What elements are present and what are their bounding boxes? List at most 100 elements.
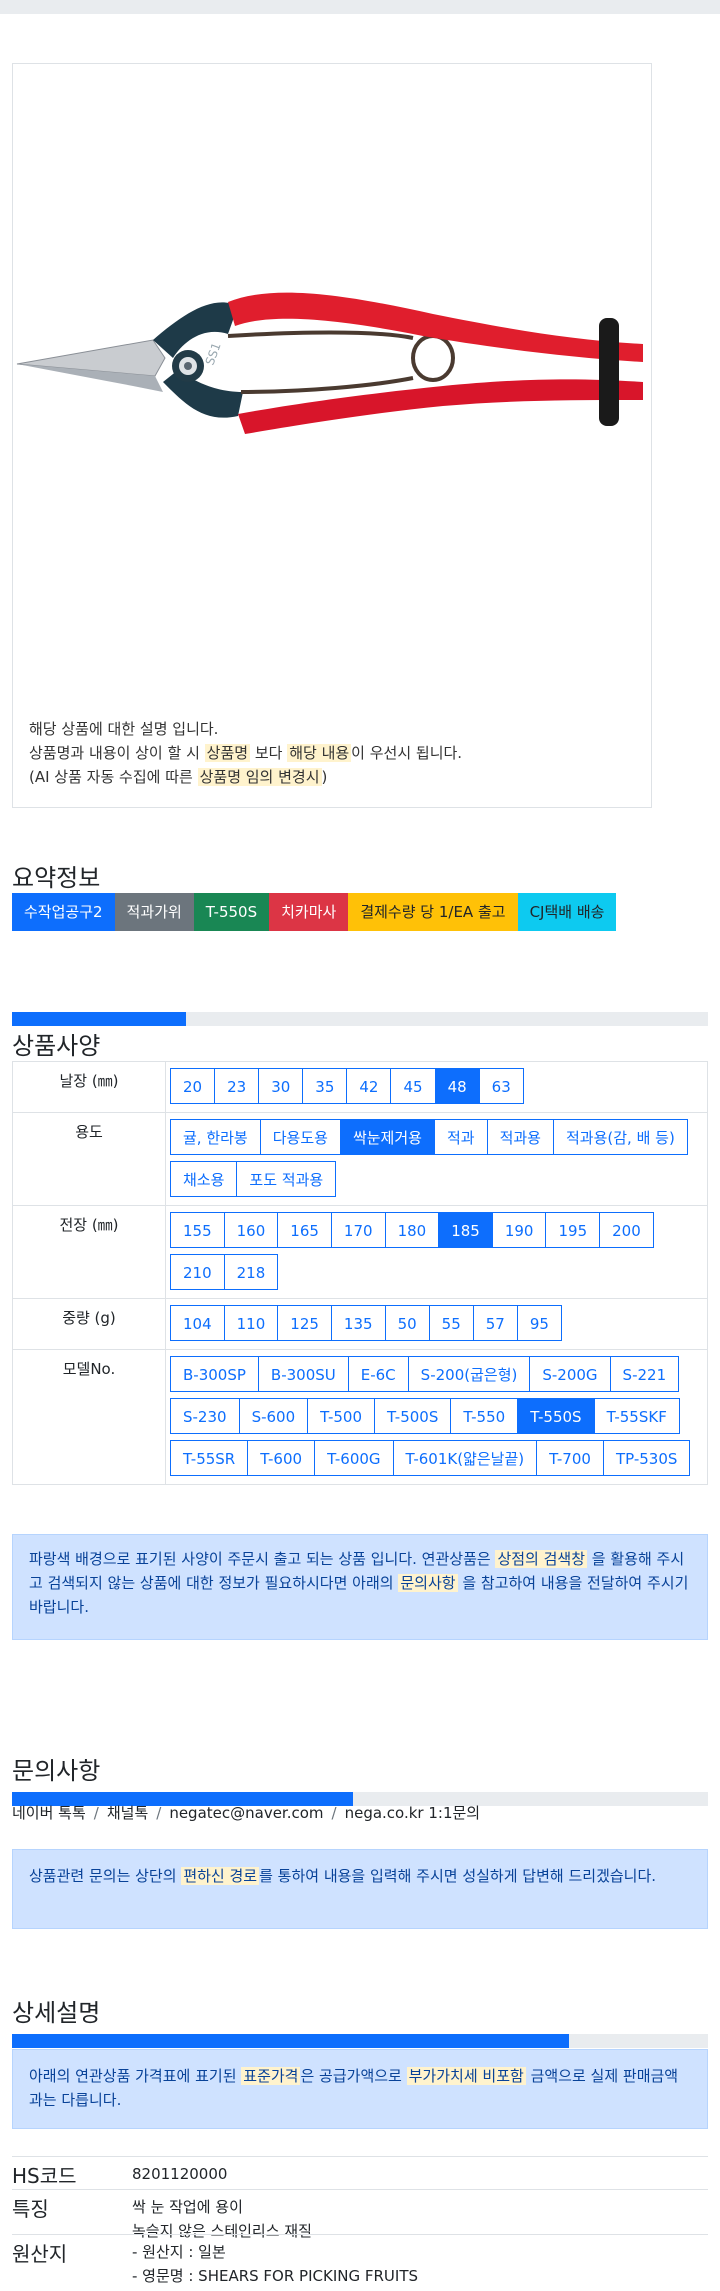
spec-option-button[interactable]: TP-530S [602,1440,691,1476]
spec-option-button[interactable]: 42 [346,1068,392,1104]
spec-option-button[interactable]: 57 [472,1305,518,1341]
info-value: 싹 눈 작업에 용이 녹슬지 않은 스테인리스 재질 [132,2195,312,2243]
spec-option-button[interactable]: 110 [223,1305,279,1341]
notice-text: 를 통하여 내용을 입력해 주시면 성실하게 답변해 드리겠습니다. [259,1867,657,1885]
summary-badge: 적과가위 [114,893,194,931]
spec-option-button[interactable]: 적과용 [486,1119,554,1155]
spec-option-button[interactable]: 채소용 [170,1161,238,1197]
highlight-product-name: 상품명 [204,744,251,762]
spec-option-button[interactable]: 48 [434,1068,480,1104]
contact-link[interactable]: nega.co.kr 1:1문의 [345,1804,481,1822]
spec-option-button[interactable]: T-601K(얇은날끝) [392,1440,538,1476]
summary-badge: CJ택배 배송 [517,893,617,931]
spec-option-button[interactable]: 55 [428,1305,474,1341]
product-image-card: SS1 해당 상품에 대한 설명 입니다. 상품명과 내용이 상이 할 시 상품… [12,63,652,808]
spec-option-button[interactable]: 45 [390,1068,436,1104]
spec-option-button[interactable]: 35 [302,1068,348,1104]
spec-option-button[interactable]: 다용도용 [259,1119,341,1155]
pruning-shears-image: SS1 [16,292,643,434]
spec-option-button[interactable]: 195 [545,1212,601,1248]
spec-options: B-300SP B-300SU E-6C S-200(굽은형) S-200G S-221 S… [165,1349,708,1485]
detail-title: 상세설명 [12,1999,101,2027]
spec-option-button[interactable]: 135 [330,1305,386,1341]
spec-option-button[interactable]: E-6C [347,1356,409,1392]
spec-row: 날장 (㎜) 20 23 30 35 42 45 48 63 [12,1061,708,1113]
spec-option-button[interactable]: T-600 [247,1440,316,1476]
spec-option-button[interactable]: 포도 적과용 [236,1161,337,1197]
spec-option-button[interactable]: 귤, 한라봉 [170,1119,261,1155]
spec-option-button[interactable]: T-55SR [170,1440,249,1476]
spec-option-button[interactable]: 적과용(감, 배 등) [552,1119,688,1155]
notice-text: 은 공급가액으로 [300,2067,407,2085]
spec-option-button[interactable]: T-500 [307,1398,375,1434]
spec-options: 104 110 125 135 50 55 57 95 [165,1298,708,1350]
spec-option-button[interactable]: S-221 [609,1356,680,1392]
info-value: - 원산지 : 일본 - 영문명 : SHEARS FOR PICKING FRU… [132,2240,418,2288]
spec-options: 귤, 한라봉 다용도용 싹눈제거용 적과 적과용 적과용(감, 배 등) 채소용 포도 적과용 [165,1112,708,1206]
spec-option-button[interactable]: T-700 [536,1440,604,1476]
spec-option-button[interactable]: T-500S [374,1398,452,1434]
note-text: 보다 [250,744,288,762]
contact-link[interactable]: 채널톡 [107,1804,148,1822]
highlight-name-change: 상품명 임의 변경시 [197,768,322,786]
top-bar [0,0,720,14]
contact-link[interactable]: negatec@naver.com [169,1804,323,1822]
summary-badge: 결제수량 당 1/EA 출고 [348,893,518,931]
spec-option-button[interactable]: 적과 [433,1119,488,1155]
spec-option-button[interactable]: T-550 [450,1398,519,1434]
spec-option-button[interactable]: 165 [277,1212,332,1248]
spec-option-button[interactable]: 63 [478,1068,524,1104]
image-note-line-3: (AI 상품 자동 수집에 따른 상품명 임의 변경시) [29,765,462,789]
spec-option-button[interactable]: S-600 [238,1398,309,1434]
spec-progress-bar [12,1012,708,1026]
summary-badges: 수작업공구2 적과가위 T-550S 치카마사 결제수량 당 1/EA 출고 CJ택배 배… [12,893,617,931]
info-key: 특징 [12,2197,49,2221]
spec-option-button[interactable]: B-300SU [257,1356,349,1392]
highlight-vat-excluded: 부가가치세 비포함 [406,2067,526,2085]
spec-option-button[interactable]: 23 [214,1068,260,1104]
spec-options: 155 160 165 170 180 185 190 195 200 210 218 [165,1205,708,1299]
spec-option-button[interactable]: 180 [384,1212,440,1248]
spec-option-button[interactable]: 104 [170,1305,225,1341]
spec-row: 중량 (g) 104 110 125 135 50 55 57 95 [12,1298,708,1350]
spec-option-button[interactable]: 218 [223,1254,279,1290]
spec-option-button[interactable]: 185 [438,1212,493,1248]
spec-option-button[interactable]: 95 [516,1305,562,1341]
spec-option-button[interactable]: 싹눈제거용 [339,1119,435,1155]
spec-option-button[interactable]: 125 [277,1305,332,1341]
spec-option-button[interactable]: 210 [170,1254,225,1290]
highlight-standard-price: 표준가격 [241,2067,301,2085]
spec-option-button[interactable]: 20 [170,1068,216,1104]
spec-option-button[interactable]: T-550S [517,1398,595,1434]
spec-option-button[interactable]: 30 [258,1068,304,1104]
spec-option-button[interactable]: 170 [330,1212,386,1248]
spec-option-button[interactable]: 200 [599,1212,654,1248]
spec-table: 날장 (㎜) 20 23 30 35 42 45 48 63 용도 귤, 한라봉 다용도용 싹눈제거용 적… [12,1061,708,1485]
spec-option-button[interactable]: S-200G [529,1356,611,1392]
highlight-content: 해당 내용 [287,744,352,762]
spec-option-button[interactable]: S-200(굽은형) [407,1356,531,1392]
spec-option-button[interactable]: 155 [170,1212,225,1248]
spec-option-button[interactable]: T-55SKF [593,1398,680,1434]
summary-badge: 수작업공구2 [12,893,115,931]
note-text: 상품명과 내용이 상이 할 시 [29,744,205,762]
spec-option-button[interactable]: B-300SP [170,1356,259,1392]
detail-progress-bar [12,2034,708,2048]
info-value-line: 8201120000 [132,2165,228,2183]
spec-option-button[interactable]: 50 [384,1305,430,1341]
info-divider [12,2156,708,2157]
notice-text: 파랑색 배경으로 표기된 사양이 주문시 출고 되는 상품 입니다. 연관상품은 [29,1550,496,1568]
notice-text: 아래의 연관상품 가격표에 표기된 [29,2067,242,2085]
contact-separator: / [156,1804,162,1822]
spec-option-button[interactable]: S-230 [170,1398,240,1434]
contact-link[interactable]: 네이버 톡톡 [12,1804,86,1822]
spec-option-button[interactable]: 160 [223,1212,279,1248]
spec-row: 모델No. B-300SP B-300SU E-6C S-200(굽은형) S-200G S… [12,1349,708,1485]
info-value-line: - 원산지 : 일본 [132,2243,226,2261]
spec-option-button[interactable]: T-600G [314,1440,394,1476]
highlight-inquiry: 문의사항 [398,1574,458,1592]
spec-option-button[interactable]: 190 [491,1212,547,1248]
inquiry-title: 문의사항 [12,1757,101,1785]
spec-row: 용도 귤, 한라봉 다용도용 싹눈제거용 적과 적과용 적과용(감, 배 등) 채소용 포도 적… [12,1112,708,1206]
contact-separator: / [331,1804,337,1822]
